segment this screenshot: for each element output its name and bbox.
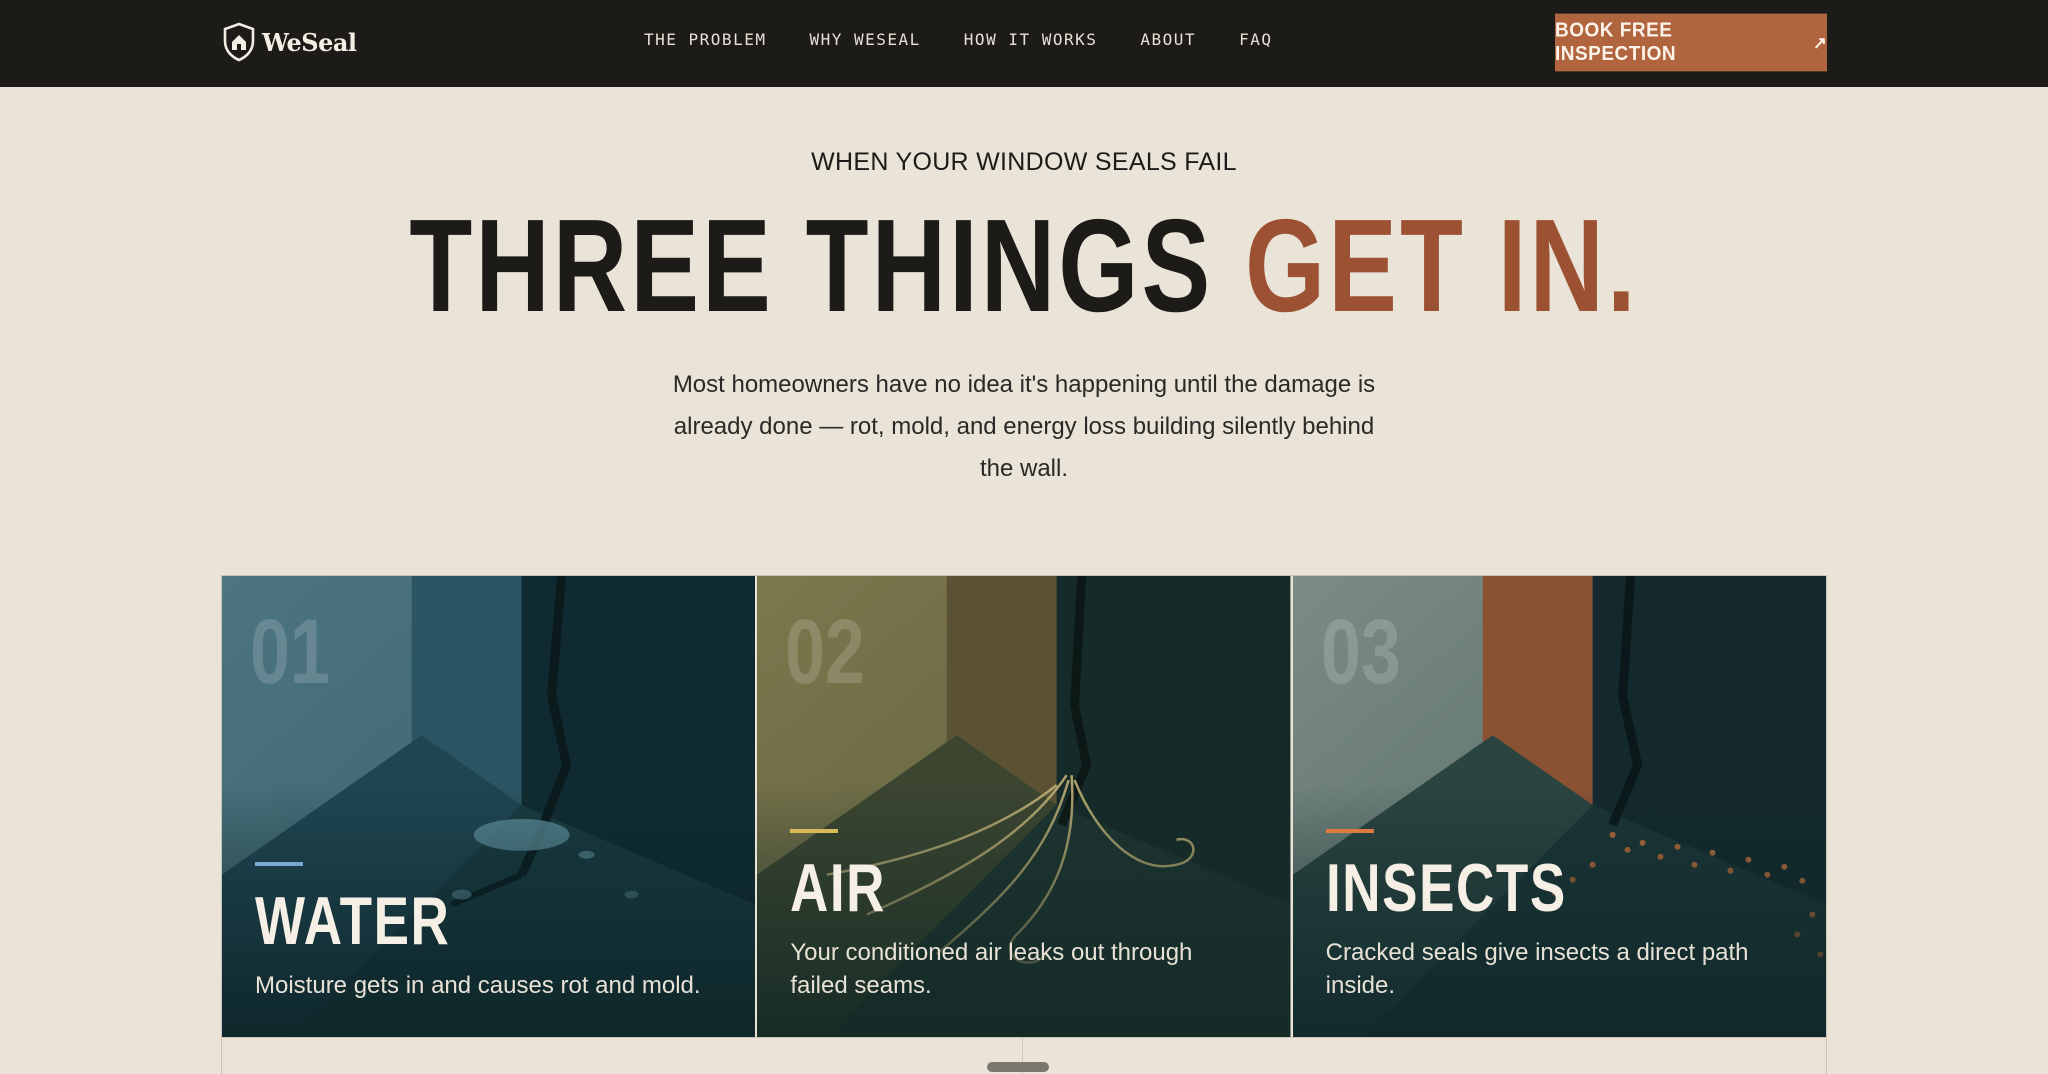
nav-link-why-weseal[interactable]: WHY WESEAL <box>809 30 920 49</box>
accent-bar <box>1325 829 1374 833</box>
accent-bar <box>790 829 839 833</box>
scroll-handle[interactable] <box>987 1062 1049 1072</box>
card-title: AIR <box>790 850 887 926</box>
card-air[interactable]: 02 AIR Your conditioned air leaks out th… <box>757 576 1293 1037</box>
nav-links: THE PROBLEM WHY WESEAL HOW IT WORKS ABOU… <box>644 30 1315 49</box>
accent-bar <box>255 862 303 866</box>
top-nav: WeSeal THE PROBLEM WHY WESEAL HOW IT WOR… <box>0 0 2048 87</box>
card-description: Your conditioned air leaks out through f… <box>790 939 1193 999</box>
headline-accent: GET IN. <box>1245 192 1639 339</box>
nav-link-how-it-works[interactable]: HOW IT WORKS <box>964 30 1098 49</box>
card-title: WATER <box>255 883 451 959</box>
brand-logo[interactable]: WeSeal <box>222 20 357 64</box>
card-description: Moisture gets in and causes rot and mold… <box>255 972 701 999</box>
card-description: Cracked seals give insects a direct path… <box>1325 939 1749 999</box>
card-title: INSECTS <box>1325 850 1567 926</box>
book-inspection-button[interactable]: BOOK FREE INSPECTION ↗ <box>1555 13 1827 72</box>
shield-house-icon <box>223 22 255 62</box>
card-number: 01 <box>250 601 330 703</box>
hero-headline: THREE THINGS GET IN. <box>0 196 2048 336</box>
cta-label: BOOK FREE INSPECTION <box>1555 19 1677 65</box>
nav-link-about[interactable]: ABOUT <box>1140 30 1196 49</box>
problem-cards: 01 WATER Moisture gets in and causes rot… <box>221 575 1827 1038</box>
nav-link-the-problem[interactable]: THE PROBLEM <box>644 30 766 49</box>
card-water[interactable]: 01 WATER Moisture gets in and causes rot… <box>222 576 758 1037</box>
hero-eyebrow: WHEN YOUR WINDOW SEALS FAIL <box>811 148 1237 176</box>
nav-link-faq[interactable]: FAQ <box>1239 30 1272 49</box>
card-number: 03 <box>1320 601 1401 703</box>
brand-name: WeSeal <box>262 27 357 57</box>
arrow-up-right-icon: ↗ <box>1813 34 1827 52</box>
card-number: 02 <box>785 601 866 703</box>
hero-subtext: Most homeowners have no idea it's happen… <box>672 371 1376 482</box>
card-insects[interactable]: 03 INSECTS Cracked seals give insects a … <box>1292 576 1826 1037</box>
headline-main: THREE THINGS <box>409 192 1246 339</box>
